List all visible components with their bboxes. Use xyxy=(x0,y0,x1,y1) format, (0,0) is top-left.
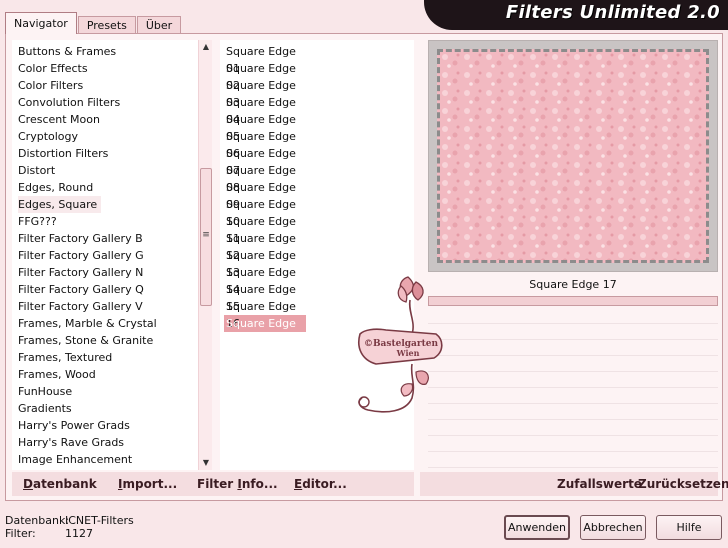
database-link-bar: Datenbank Import... Filter Info... Edito… xyxy=(12,472,414,496)
scrollbar-thumb[interactable]: ≡ xyxy=(200,168,212,306)
filter-item[interactable]: Square Edge 12 xyxy=(224,230,306,262)
main-panel: Buttons & Frames Color Effects Color Filte… xyxy=(5,33,728,501)
preview-frame xyxy=(428,40,718,272)
filter-item[interactable]: Square Edge 02 xyxy=(224,60,306,92)
category-item[interactable]: Distortion Filters xyxy=(18,145,212,162)
datenbank-link[interactable]: Datenbank xyxy=(23,472,97,496)
filter-item[interactable]: Square Edge 04 xyxy=(224,94,306,126)
category-item[interactable]: Distort xyxy=(18,162,212,179)
tab-navigator[interactable]: Navigator xyxy=(5,12,77,34)
category-item[interactable]: Convolution Filters xyxy=(18,94,212,111)
category-item[interactable]: Filter Factory Gallery B xyxy=(18,230,212,247)
preset-link-bar: Zufallswerte Zurücksetzen xyxy=(420,472,728,496)
scroll-down-arrow-icon[interactable]: ▼ xyxy=(199,456,212,470)
category-item[interactable]: Frames, Wood xyxy=(18,366,212,383)
category-item[interactable]: Color Effects xyxy=(18,60,212,77)
cancel-button[interactable]: Abbrechen xyxy=(580,515,646,540)
category-item[interactable]: Filter Factory Gallery N xyxy=(18,264,212,281)
category-item[interactable]: Edges, Square xyxy=(18,196,102,213)
filter-item[interactable]: Square Edge 03 xyxy=(224,77,306,109)
import-link[interactable]: Import... xyxy=(118,472,177,496)
zuruecksetzen-link[interactable]: Zurücksetzen xyxy=(638,472,728,496)
filter-item[interactable]: Square Edge 06 xyxy=(224,128,306,160)
zufallswerte-link[interactable]: Zufallswerte xyxy=(557,472,642,496)
database-label: Datenbank: xyxy=(5,514,70,527)
tab-presets[interactable]: Presets xyxy=(77,16,136,34)
category-item[interactable]: Frames, Marble & Crystal xyxy=(18,315,212,332)
category-items: Buttons & Frames Color Effects Color Filte… xyxy=(12,40,212,468)
app-title: Filters Unlimited 2.0 xyxy=(505,2,720,23)
category-item[interactable]: Harry's Rave Grads xyxy=(18,434,212,451)
editor-link[interactable]: Editor... xyxy=(294,472,347,496)
category-item[interactable]: Filter Factory Gallery V xyxy=(18,298,212,315)
filter-item[interactable]: Square Edge 01 xyxy=(224,43,306,75)
filter-count-label: Filter: xyxy=(5,527,36,540)
filter-item[interactable]: Square Edge 07 xyxy=(224,145,306,177)
grip-icon: ≡ xyxy=(202,230,210,240)
filter-info-link[interactable]: Filter Info... xyxy=(197,472,278,496)
category-item[interactable]: Edges, Round xyxy=(18,179,212,196)
status-info: Datenbank: ICNET-Filters Filter: 1127 xyxy=(5,514,134,540)
filter-item[interactable]: Square Edge 15 xyxy=(224,281,306,313)
category-list[interactable]: Buttons & Frames Color Effects Color Filte… xyxy=(12,40,212,470)
category-item[interactable]: Filter Factory Gallery G xyxy=(18,247,212,264)
filter-items: Square Edge 01 Square Edge 02 Square Edge … xyxy=(220,40,414,347)
tab-about[interactable]: Über xyxy=(136,16,182,34)
category-item[interactable]: Color Filters xyxy=(18,77,212,94)
category-item[interactable]: FunHouse xyxy=(18,383,212,400)
category-item[interactable]: Cryptology xyxy=(18,128,212,145)
filter-item[interactable]: Square Edge 08 xyxy=(224,162,306,194)
category-item[interactable]: Filter Factory Gallery Q xyxy=(18,281,212,298)
category-item[interactable]: FFG??? xyxy=(18,213,212,230)
category-scrollbar[interactable]: ▲ ≡ ▼ xyxy=(198,40,212,470)
apply-button[interactable]: Anwenden xyxy=(504,515,570,540)
category-item[interactable]: Image Enhancement xyxy=(18,451,212,468)
preview-filter-name: Square Edge 17 xyxy=(428,276,718,294)
category-item[interactable]: Gradients xyxy=(18,400,212,417)
category-item[interactable]: Frames, Stone & Granite xyxy=(18,332,212,349)
filter-item[interactable]: Square Edge 13 xyxy=(224,247,306,279)
tab-bar: Navigator Presets Über xyxy=(5,12,182,34)
filter-item[interactable]: Square Edge 09 xyxy=(224,179,306,211)
filter-list[interactable]: Square Edge 01 Square Edge 02 Square Edge … xyxy=(220,40,414,470)
filter-item[interactable]: Square Edge 10 xyxy=(224,196,306,228)
help-button[interactable]: Hilfe xyxy=(656,515,722,540)
parameter-slider[interactable] xyxy=(428,296,718,306)
filter-item[interactable]: Square Edge 05 xyxy=(224,111,306,143)
filter-item[interactable]: Square Edge 11 xyxy=(224,213,306,245)
preview-texture xyxy=(440,52,706,260)
filter-item[interactable]: Square Edge 17 xyxy=(224,315,306,347)
category-item[interactable]: Buttons & Frames xyxy=(18,43,212,60)
filter-item[interactable]: Square Edge 14 xyxy=(224,264,306,296)
database-value: ICNET-Filters xyxy=(65,514,134,527)
filter-count-value: 1127 xyxy=(65,527,93,540)
filter-item[interactable]: Square Edge 16 xyxy=(224,298,306,330)
category-item[interactable]: Harry's Power Grads xyxy=(18,417,212,434)
preview-image xyxy=(437,49,709,263)
scroll-up-arrow-icon[interactable]: ▲ xyxy=(199,40,212,54)
category-item[interactable]: Frames, Textured xyxy=(18,349,212,366)
title-banner: Filters Unlimited 2.0 xyxy=(424,0,728,30)
parameter-area xyxy=(428,308,718,470)
category-item[interactable]: Crescent Moon xyxy=(18,111,212,128)
